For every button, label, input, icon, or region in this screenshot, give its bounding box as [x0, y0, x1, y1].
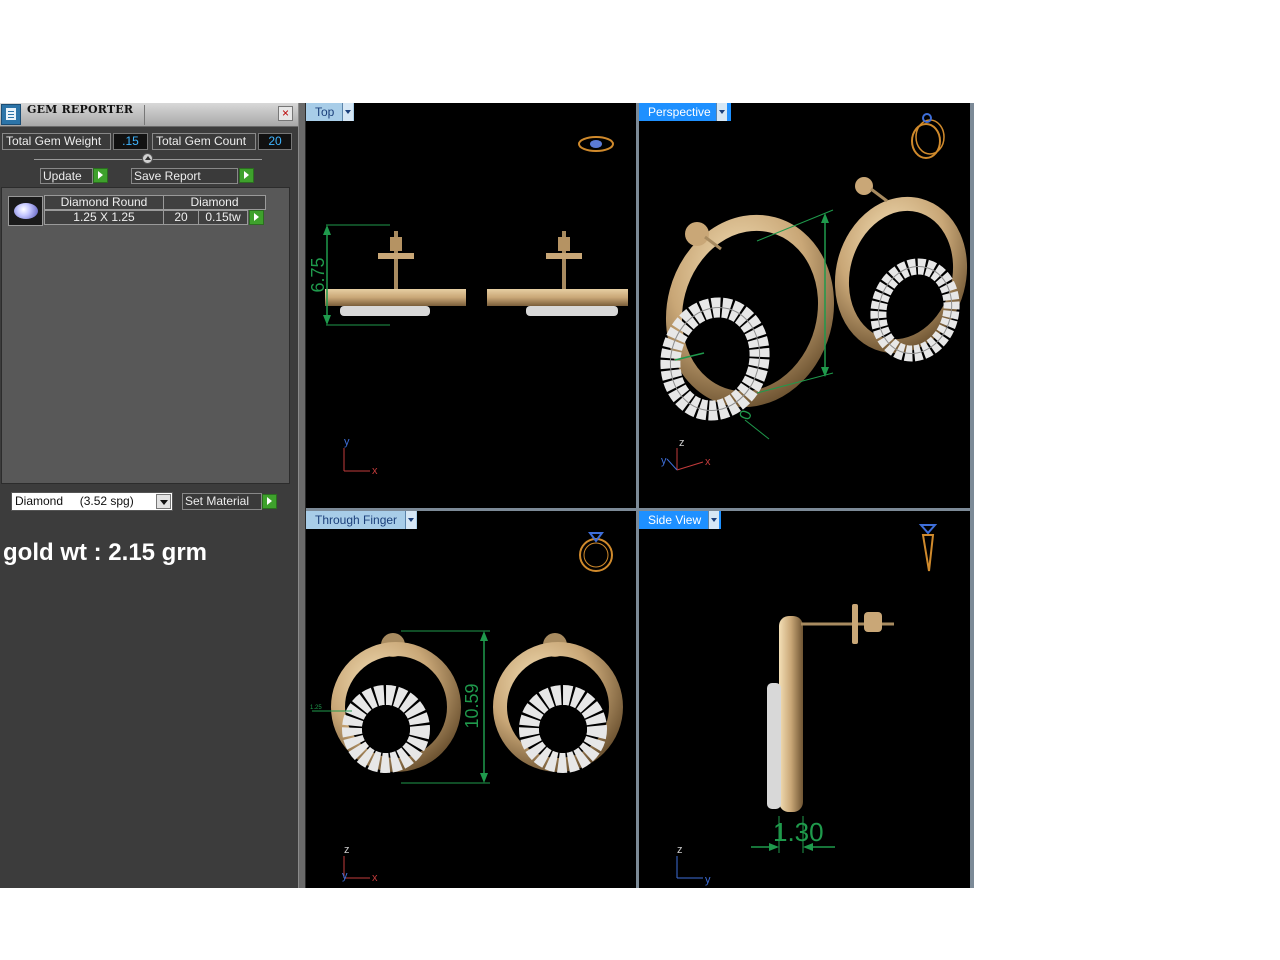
gem-list: Diamond Round Diamond 1.25 X 1.25 20 0.1…: [1, 187, 290, 484]
perspective-dimension-label: 0: [737, 408, 756, 422]
gem-size-cell: 1.25 X 1.25: [44, 210, 164, 225]
gem-weight-cell: 0.15tw: [198, 210, 248, 225]
panel-splitter-handle[interactable]: [142, 153, 153, 164]
gem-reporter-icon: [1, 104, 21, 125]
axis-z-label: z: [679, 437, 685, 449]
panel-title: GEM REPORTER: [27, 103, 134, 116]
material-select[interactable]: Diamond (3.52 spg): [11, 492, 173, 511]
chevron-down-icon[interactable]: [716, 103, 727, 121]
tab-through-finger-view[interactable]: Through Finger: [306, 511, 418, 529]
through-finger-dimension-label: 10.59: [462, 683, 482, 728]
gold-weight-note: gold wt : 2.15 grm: [3, 539, 208, 566]
ring-view-icon: [578, 136, 614, 152]
axis-x-label: x: [705, 456, 711, 468]
viewport-top[interactable]: 6.75 y x Top: [306, 103, 636, 508]
axis-y-label: y: [342, 870, 348, 882]
gem-count-cell: 20: [163, 210, 199, 225]
side-view-render: 1.30 z y: [676, 524, 938, 886]
axis-y-label: y: [344, 436, 350, 448]
axis-z-label: z: [677, 844, 683, 856]
close-icon[interactable]: ×: [278, 106, 293, 121]
gem-shape-cell: Diamond Round: [44, 195, 164, 210]
tab-through-finger-label: Through Finger: [315, 513, 398, 527]
top-view-render: 6.75 y x: [308, 136, 628, 477]
axis-y-label: y: [661, 455, 667, 467]
total-gem-weight-label: Total Gem Weight: [2, 133, 111, 150]
set-material-button[interactable]: Set Material: [182, 493, 262, 510]
ring-view-icon: [911, 113, 945, 159]
through-finger-small-dimension-label: 1.25: [310, 705, 322, 711]
side-dimension-label: 1.30: [773, 817, 824, 847]
tab-top-label: Top: [315, 105, 335, 119]
viewport-perspective[interactable]: 0 z x y Perspective: [639, 103, 970, 508]
chevron-down-icon[interactable]: [405, 511, 416, 529]
viewport-grid: 6.75 y x Top 0 z x y Perspective 10.59 1…: [306, 103, 974, 888]
gem-row-play-arrow-icon[interactable]: [249, 210, 264, 225]
material-select-value: Diamond (3.52 spg): [15, 494, 134, 508]
ring-view-icon: [918, 524, 938, 572]
total-gem-count-value: 20: [258, 133, 292, 150]
tab-perspective-label: Perspective: [648, 105, 711, 119]
top-dimension-label: 6.75: [308, 257, 328, 292]
viewport-side[interactable]: 1.30 z y Side View: [639, 511, 970, 888]
total-gem-weight-value: .15: [113, 133, 148, 150]
chevron-down-icon[interactable]: [708, 511, 719, 529]
panel-resize-edge[interactable]: [298, 103, 306, 888]
gem-reporter-panel: GEM REPORTER × Total Gem Weight .15 Tota…: [0, 103, 298, 888]
total-gem-count-label: Total Gem Count: [152, 133, 256, 150]
axis-x-label: x: [372, 872, 378, 884]
perspective-view-render: 0 z x y: [660, 113, 968, 471]
round-diamond-icon: [8, 196, 43, 226]
titlebar-divider: [144, 105, 145, 125]
chevron-down-icon[interactable]: [342, 103, 353, 121]
tab-side-label: Side View: [648, 513, 702, 527]
viewport-through-finger[interactable]: 10.59 1.25 z x y Through Finger: [306, 511, 636, 888]
chevron-down-icon[interactable]: [156, 494, 171, 509]
update-play-arrow-icon[interactable]: [93, 168, 108, 183]
save-report-button[interactable]: Save Report: [131, 168, 238, 184]
gem-reporter-titlebar: GEM REPORTER ×: [0, 103, 298, 127]
ring-view-icon: [579, 532, 613, 572]
save-report-play-arrow-icon[interactable]: [239, 168, 254, 183]
axis-z-label: z: [344, 844, 350, 856]
update-button[interactable]: Update: [40, 168, 93, 184]
set-material-play-arrow-icon[interactable]: [262, 494, 277, 509]
gem-material-cell: Diamond: [163, 195, 266, 210]
through-finger-view-render: 10.59 1.25 z x y: [310, 532, 623, 884]
axis-x-label: x: [372, 465, 378, 477]
axis-y-label: y: [705, 874, 711, 886]
